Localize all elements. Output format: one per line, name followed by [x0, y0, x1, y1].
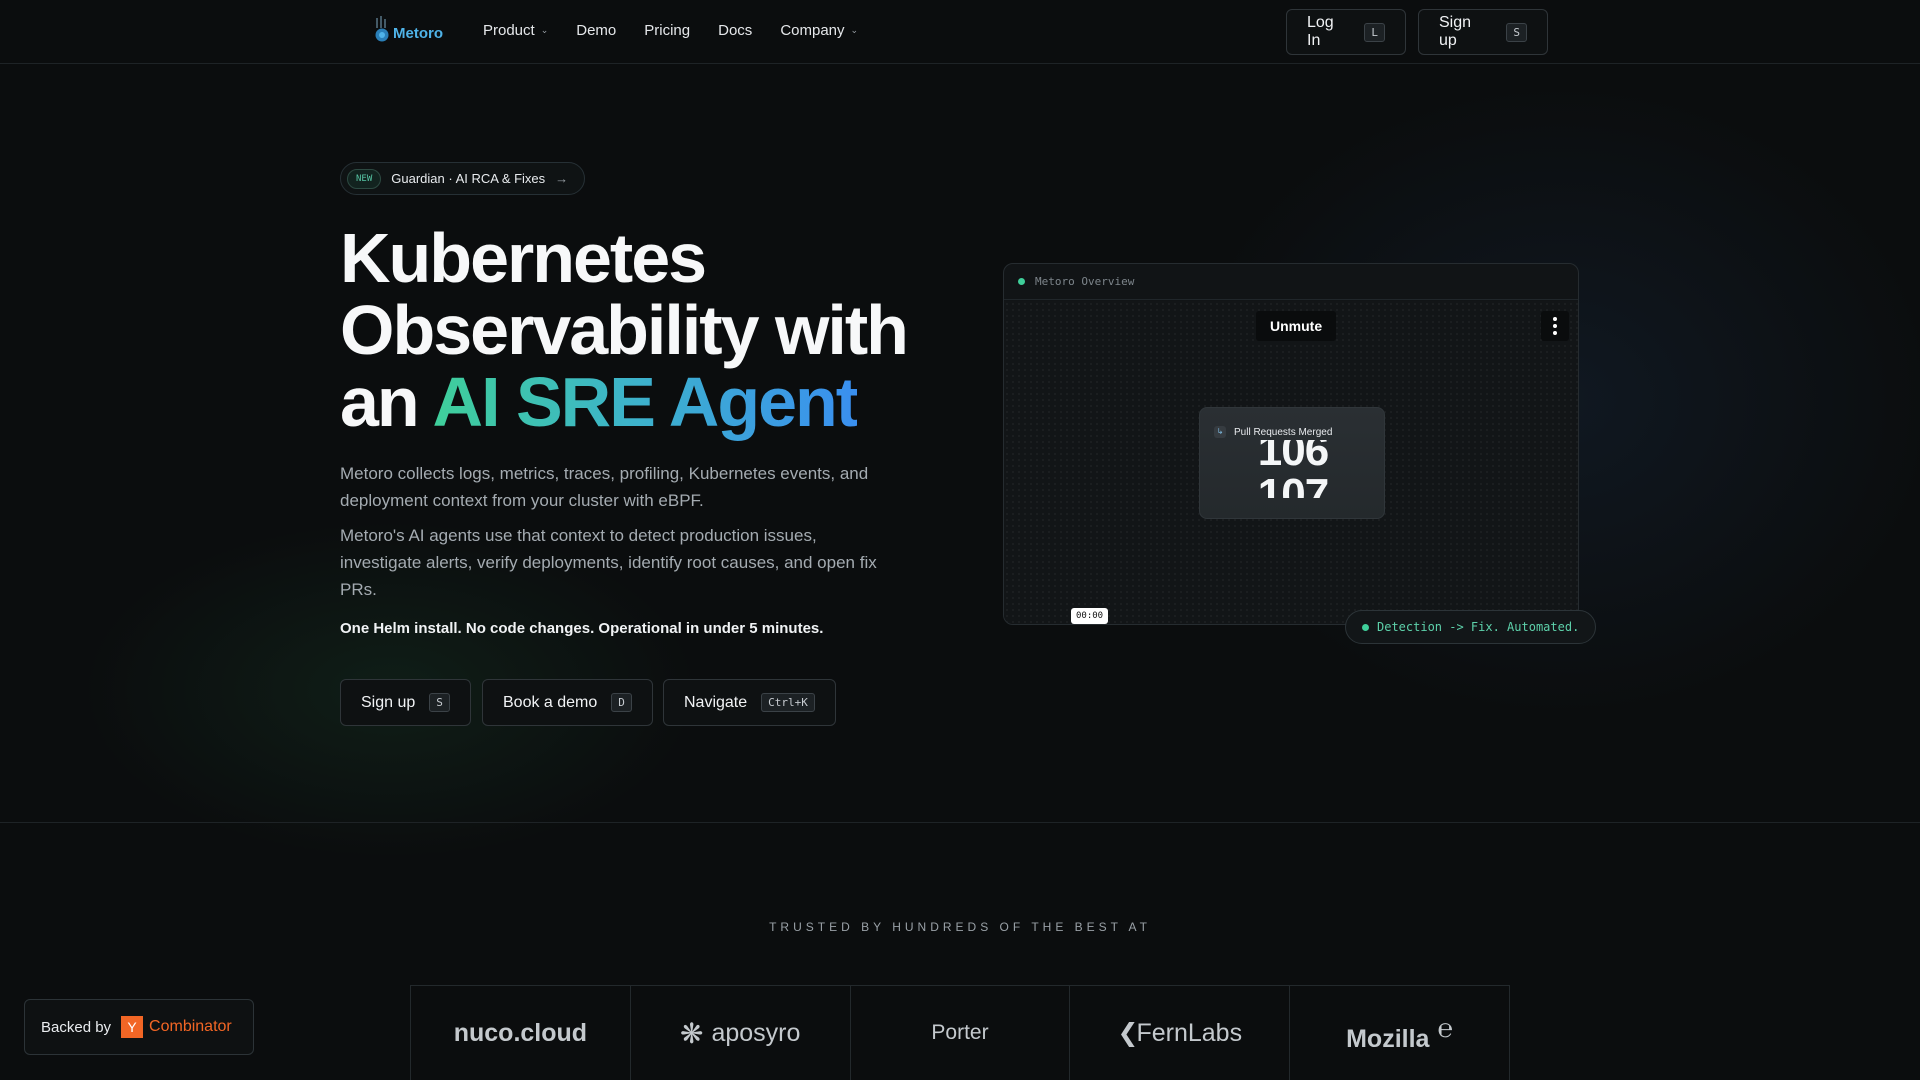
cta-shortcut-key: S [429, 693, 450, 712]
logo-nuco-cloud: nuco.cloud [411, 986, 631, 1080]
logo-aposyro: ❋ aposyro [631, 986, 851, 1080]
section-divider [0, 822, 1920, 823]
logo-label: nuco.cloud [453, 1018, 588, 1047]
aposyro-mark-icon: ❋ [679, 1017, 704, 1049]
site-header: Metoro Product ⌄ Demo Pricing Docs Compa… [0, 0, 1920, 64]
unmute-button[interactable]: Unmute [1256, 311, 1337, 341]
logo-label: FernLabs [1136, 1018, 1243, 1047]
login-shortcut-key: L [1364, 22, 1385, 42]
announcement-text: Guardian · AI RCA & Fixes [391, 171, 546, 186]
header-signup-button[interactable]: Sign up S [1418, 9, 1548, 55]
timestamp-tooltip: 00:00 [1071, 608, 1109, 624]
video-player[interactable]: Unmute ↳ Pull Requests Merged 106 107 00… [1004, 301, 1578, 624]
detection-chip-text: Detection -> Fix. Automated. [1377, 620, 1580, 634]
trusted-by-heading: TRUSTED BY HUNDREDS OF THE BEST AT [769, 920, 1151, 934]
hero-headline: Kubernetes Observability with an AI SRE … [340, 222, 960, 438]
announcement-badge[interactable]: NEW Guardian · AI RCA & Fixes → [340, 162, 586, 195]
status-dot-icon [1018, 278, 1025, 285]
y-combinator-name: Combinator [149, 1018, 232, 1035]
login-label: Log In [1307, 14, 1334, 49]
headline-line-3: an [340, 363, 433, 441]
mozilla-mark-icon: ℮ [1437, 1012, 1454, 1043]
detection-status-chip: Detection -> Fix. Automated. [1345, 610, 1597, 644]
chevron-down-icon: ⌄ [850, 25, 859, 35]
logo-label: Porter [931, 1021, 989, 1044]
video-window-title: Metoro Overview [1035, 275, 1135, 288]
customer-logo-strip: nuco.cloud ❋ aposyro Porter ❮ FernLabs M… [410, 985, 1510, 1080]
logo-mozilla: Mozilla ℮ [1290, 986, 1509, 1080]
nav-product[interactable]: Product ⌄ [483, 22, 548, 39]
nav-pricing[interactable]: Pricing [644, 22, 690, 39]
backed-by-label: Backed by [41, 1018, 112, 1036]
cta-shortcut-key: Ctrl+K [761, 693, 815, 712]
login-button[interactable]: Log In L [1286, 9, 1406, 55]
chevron-down-icon: ⌄ [540, 25, 549, 35]
nav-demo-label: Demo [576, 22, 617, 39]
nav-product-label: Product [483, 22, 535, 39]
cta-label: Navigate [684, 693, 748, 711]
signup-shortcut-key: S [1506, 22, 1527, 42]
main-nav: Product ⌄ Demo Pricing Docs Company ⌄ [483, 22, 858, 39]
book-demo-button[interactable]: Book a demo D [482, 679, 653, 726]
headline-line-2: Observability with [340, 291, 909, 369]
nav-demo[interactable]: Demo [576, 22, 616, 39]
nav-docs[interactable]: Docs [718, 22, 752, 39]
arrow-right-icon: → [555, 171, 569, 186]
cta-label: Book a demo [503, 693, 598, 711]
nav-company-label: Company [780, 22, 845, 39]
brand-logo[interactable]: Metoro [374, 16, 443, 44]
logo-porter: Porter [851, 986, 1071, 1080]
nav-pricing-label: Pricing [644, 22, 691, 39]
hero-paragraph-2: Metoro's AI agents use that context to d… [340, 526, 877, 599]
hero-tagline: One Helm install. No code changes. Opera… [340, 620, 824, 637]
fernlabs-mark-icon: ❮ [1117, 1019, 1139, 1047]
backed-by-yc-badge[interactable]: Backed by Y Combinator [24, 999, 254, 1055]
logo-label: Mozilla [1346, 1024, 1430, 1053]
metoro-logo-icon [374, 16, 390, 44]
logo-fernlabs: ❮ FernLabs [1070, 986, 1291, 1080]
pull-requests-card: ↳ Pull Requests Merged 106 107 [1199, 407, 1385, 519]
nav-docs-label: Docs [718, 22, 753, 39]
nav-company[interactable]: Company ⌄ [780, 22, 858, 39]
logo-label: aposyro [711, 1018, 801, 1047]
more-options-icon[interactable] [1541, 311, 1569, 341]
brand-name: Metoro [393, 24, 443, 42]
signup-label: Sign up [1439, 14, 1472, 49]
y-combinator-logo-icon: Y [121, 1016, 144, 1038]
headline-line-1: Kubernetes [340, 219, 707, 297]
video-window-bar: Metoro Overview [1004, 264, 1578, 300]
cta-label: Sign up [361, 693, 416, 711]
new-tag: NEW [347, 168, 382, 189]
cta-shortcut-key: D [611, 693, 632, 712]
pull-requests-title: ↳ Pull Requests Merged [1214, 426, 1332, 438]
pull-requests-label: Pull Requests Merged [1234, 426, 1333, 438]
status-dot-icon [1362, 623, 1369, 631]
git-merge-icon: ↳ [1214, 426, 1226, 438]
headline-highlight: AI SRE Agent [432, 363, 860, 441]
hero-signup-button[interactable]: Sign up S [340, 679, 471, 726]
overview-video-card: Metoro Overview Unmute ↳ Pull Requests M… [1003, 263, 1579, 625]
pr-count-next: 107 [1257, 470, 1329, 519]
hero-paragraph-1: Metoro collects logs, metrics, traces, p… [340, 464, 869, 510]
navigate-button[interactable]: Navigate Ctrl+K [663, 679, 836, 726]
